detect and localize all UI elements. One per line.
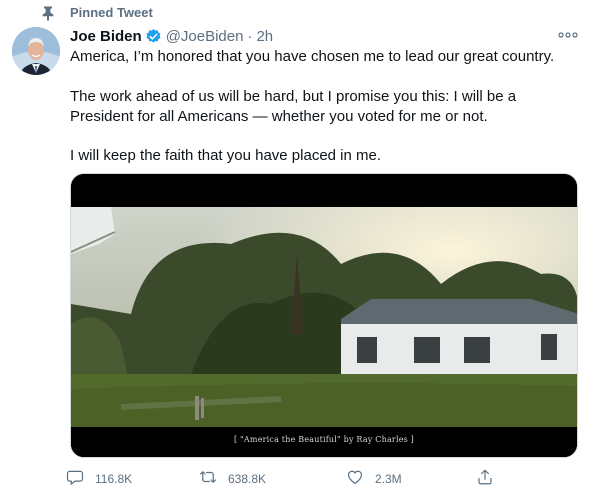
like-button[interactable]: 2.3M <box>346 468 402 490</box>
like-count: 2.3M <box>375 472 402 486</box>
more-options-icon[interactable] <box>557 28 579 42</box>
reply-button[interactable]: 116.8K <box>66 468 132 490</box>
verified-badge-icon <box>145 28 162 45</box>
video-frame <box>71 174 577 457</box>
pinned-indicator: Pinned Tweet <box>40 4 153 22</box>
video-caption: [ "America the Beautiful" by Ray Charles… <box>233 435 415 444</box>
share-button[interactable] <box>476 468 494 490</box>
retweet-icon <box>199 468 217 491</box>
timestamp[interactable]: 2h <box>256 28 273 45</box>
reply-count: 116.8K <box>95 472 133 486</box>
tweet[interactable]: Pinned Tweet Joe Biden @JoeBiden · 2h Am… <box>0 0 591 498</box>
handle[interactable]: @JoeBiden <box>166 28 244 45</box>
tweet-text-line: I will keep the faith that you have plac… <box>70 147 382 164</box>
share-icon <box>476 468 494 491</box>
tweet-header: Joe Biden @JoeBiden · 2h <box>70 26 273 46</box>
reply-icon <box>66 468 84 491</box>
avatar[interactable] <box>12 27 60 75</box>
tweet-text-line: The work ahead of us will be hard, but I… <box>70 88 517 105</box>
retweet-button[interactable]: 638.8K <box>199 468 266 490</box>
pin-icon <box>40 5 56 21</box>
tweet-text-line: President for all Americans — whether yo… <box>70 108 488 125</box>
retweet-count: 638.8K <box>228 472 267 486</box>
tweet-actions: 116.8K 638.8K 2.3M <box>66 468 506 490</box>
video-player[interactable]: [ "America the Beautiful" by Ray Charles… <box>70 173 578 458</box>
heart-icon <box>346 468 364 491</box>
pinned-label: Pinned Tweet <box>70 5 153 20</box>
separator-dot: · <box>247 27 253 45</box>
display-name[interactable]: Joe Biden <box>70 28 142 45</box>
tweet-text-line: America, I’m honored that you have chose… <box>70 48 555 65</box>
